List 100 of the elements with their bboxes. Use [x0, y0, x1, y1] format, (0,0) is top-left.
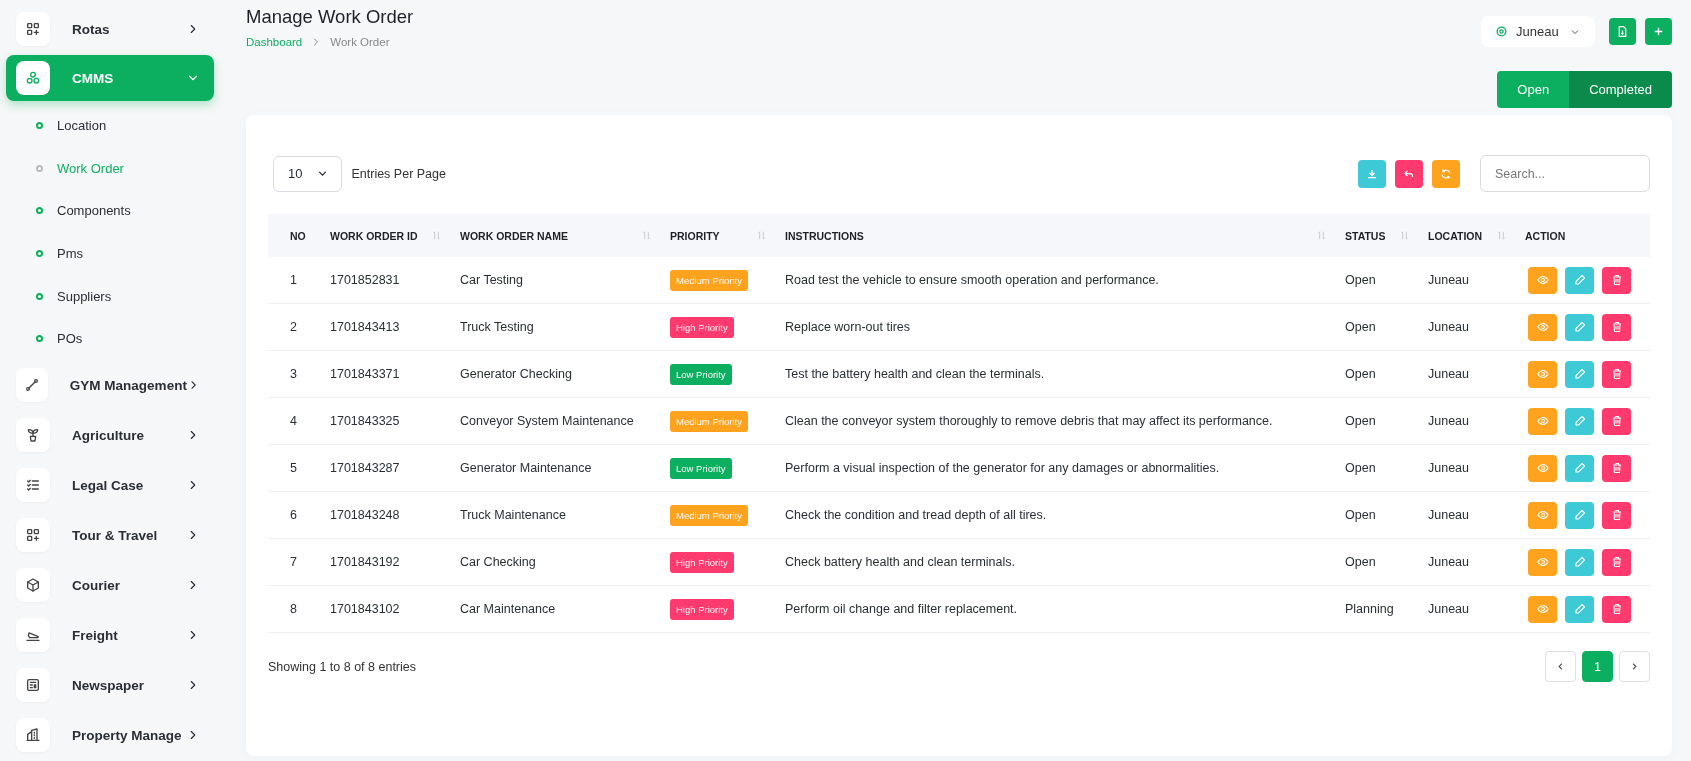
table-cell: 5 [290, 461, 297, 475]
page-title: Manage Work Order [246, 6, 414, 28]
sidebar-item[interactable]: Agriculture [6, 410, 214, 461]
edit-button[interactable] [1565, 454, 1594, 482]
edit-button[interactable] [1565, 313, 1594, 341]
table-cell: Car Testing [460, 273, 523, 287]
view-button[interactable] [1528, 548, 1557, 576]
edit-button[interactable] [1565, 266, 1594, 294]
table-cell: Open [1345, 273, 1376, 287]
table-cell: 1701843192 [330, 555, 400, 569]
sidebar-item[interactable]: GYM Management [6, 360, 214, 411]
location-select[interactable]: Juneau [1481, 16, 1595, 47]
circles-icon [25, 70, 41, 86]
table-cell: 1701843287 [330, 461, 400, 475]
pencil-icon [1573, 274, 1586, 286]
edit-button[interactable] [1565, 501, 1594, 529]
table-cell: 6 [290, 508, 297, 522]
trash-icon [1610, 603, 1623, 615]
search-field[interactable]: Search... [1480, 155, 1650, 192]
sort-icon[interactable] [1316, 230, 1327, 241]
checklist-icon [25, 477, 41, 494]
trash-icon [1610, 556, 1623, 568]
add-button[interactable] [1645, 18, 1672, 45]
table-cell: Juneau [1428, 414, 1469, 428]
status-tab[interactable]: Completed [1569, 71, 1672, 108]
sort-icon[interactable] [431, 230, 442, 241]
column-header: STATUS [1345, 229, 1386, 242]
view-button[interactable] [1528, 595, 1557, 623]
edit-button[interactable] [1565, 407, 1594, 435]
sort-icon[interactable] [1496, 230, 1507, 241]
grid-plus-icon [25, 527, 41, 544]
delete-button[interactable] [1602, 548, 1631, 576]
table-cell: 8 [290, 602, 297, 616]
trash-icon [1610, 321, 1623, 333]
table-cell: 1 [290, 273, 297, 287]
column-header: LOCATION [1428, 229, 1483, 242]
sidebar-item[interactable]: Legal Case [6, 460, 214, 511]
delete-button[interactable] [1602, 454, 1631, 482]
view-button[interactable] [1528, 501, 1557, 529]
sidebar-item[interactable]: Property Manage [6, 710, 214, 761]
sort-icon[interactable] [1399, 230, 1410, 241]
view-button[interactable] [1528, 360, 1557, 388]
delete-button[interactable] [1602, 407, 1631, 435]
column-header: PRIORITY [670, 229, 720, 242]
sidebar-item[interactable]: Rotas [6, 4, 214, 54]
sidebar-item[interactable]: Courier [6, 560, 214, 611]
sidebar-subitem[interactable]: Components [6, 189, 214, 233]
priority-badge: Low Priority [670, 457, 732, 479]
pencil-icon [1573, 603, 1586, 615]
table-cell: Juneau [1428, 602, 1469, 616]
eye-icon [1536, 274, 1549, 286]
sort-icon[interactable] [756, 230, 767, 241]
delete-button[interactable] [1602, 595, 1631, 623]
sidebar-subitem[interactable]: POs [6, 317, 214, 361]
document-icon [1616, 25, 1629, 38]
view-button[interactable] [1528, 266, 1557, 294]
table-cell: Truck Maintenance [460, 508, 566, 522]
table-cell: 1701843248 [330, 508, 400, 522]
edit-button[interactable] [1565, 360, 1594, 388]
previous-page-button[interactable] [1545, 651, 1576, 682]
view-button[interactable] [1528, 313, 1557, 341]
priority-badge: Medium Priority [670, 504, 748, 526]
column-header: NO [290, 229, 306, 242]
download-button[interactable] [1358, 159, 1386, 188]
sidebar-item[interactable]: Tour & Travel [6, 510, 214, 561]
view-button[interactable] [1528, 454, 1557, 482]
sidebar-subitem[interactable]: Location [6, 104, 214, 147]
table-cell: 1701852831 [330, 273, 400, 287]
table-cell: Generator Checking [460, 367, 572, 381]
table-cell: Juneau [1428, 461, 1469, 475]
table-cell: Perform a visual inspection of the generator for any damages or abnormalities. [785, 461, 1220, 475]
export-button[interactable] [1609, 18, 1636, 45]
delete-button[interactable] [1602, 313, 1631, 341]
sidebar-subitem[interactable]: Pms [6, 232, 214, 275]
edit-button[interactable] [1565, 595, 1594, 623]
sidebar-item[interactable]: Newspaper [6, 660, 214, 711]
sidebar-item[interactable]: Freight [6, 610, 214, 661]
priority-badge: High Priority [670, 316, 734, 338]
undo-button[interactable] [1395, 159, 1423, 188]
edit-button[interactable] [1565, 548, 1594, 576]
table-cell: 1701843413 [330, 320, 400, 334]
refresh-button[interactable] [1432, 159, 1460, 188]
table-cell: Open [1345, 508, 1376, 522]
eye-icon [1536, 368, 1549, 380]
delete-button[interactable] [1602, 501, 1631, 529]
delete-button[interactable] [1602, 360, 1631, 388]
next-page-button[interactable] [1619, 651, 1650, 682]
sort-icon[interactable] [641, 230, 652, 241]
priority-badge: Medium Priority [670, 410, 748, 432]
priority-badge: Low Priority [670, 363, 732, 385]
table-cell: Test the battery health and clean the terminals. [785, 367, 1045, 381]
table-cell: Car Checking [460, 555, 536, 569]
column-header: ACTION [1525, 229, 1566, 242]
entries-label: Entries Per Page [351, 166, 447, 181]
view-button[interactable] [1528, 407, 1557, 435]
trash-icon [1610, 415, 1623, 427]
table-cell: Open [1345, 555, 1376, 569]
entries-select[interactable]: 10 [273, 155, 343, 192]
sidebar-subitem[interactable]: Suppliers [6, 274, 214, 318]
delete-button[interactable] [1602, 266, 1631, 294]
